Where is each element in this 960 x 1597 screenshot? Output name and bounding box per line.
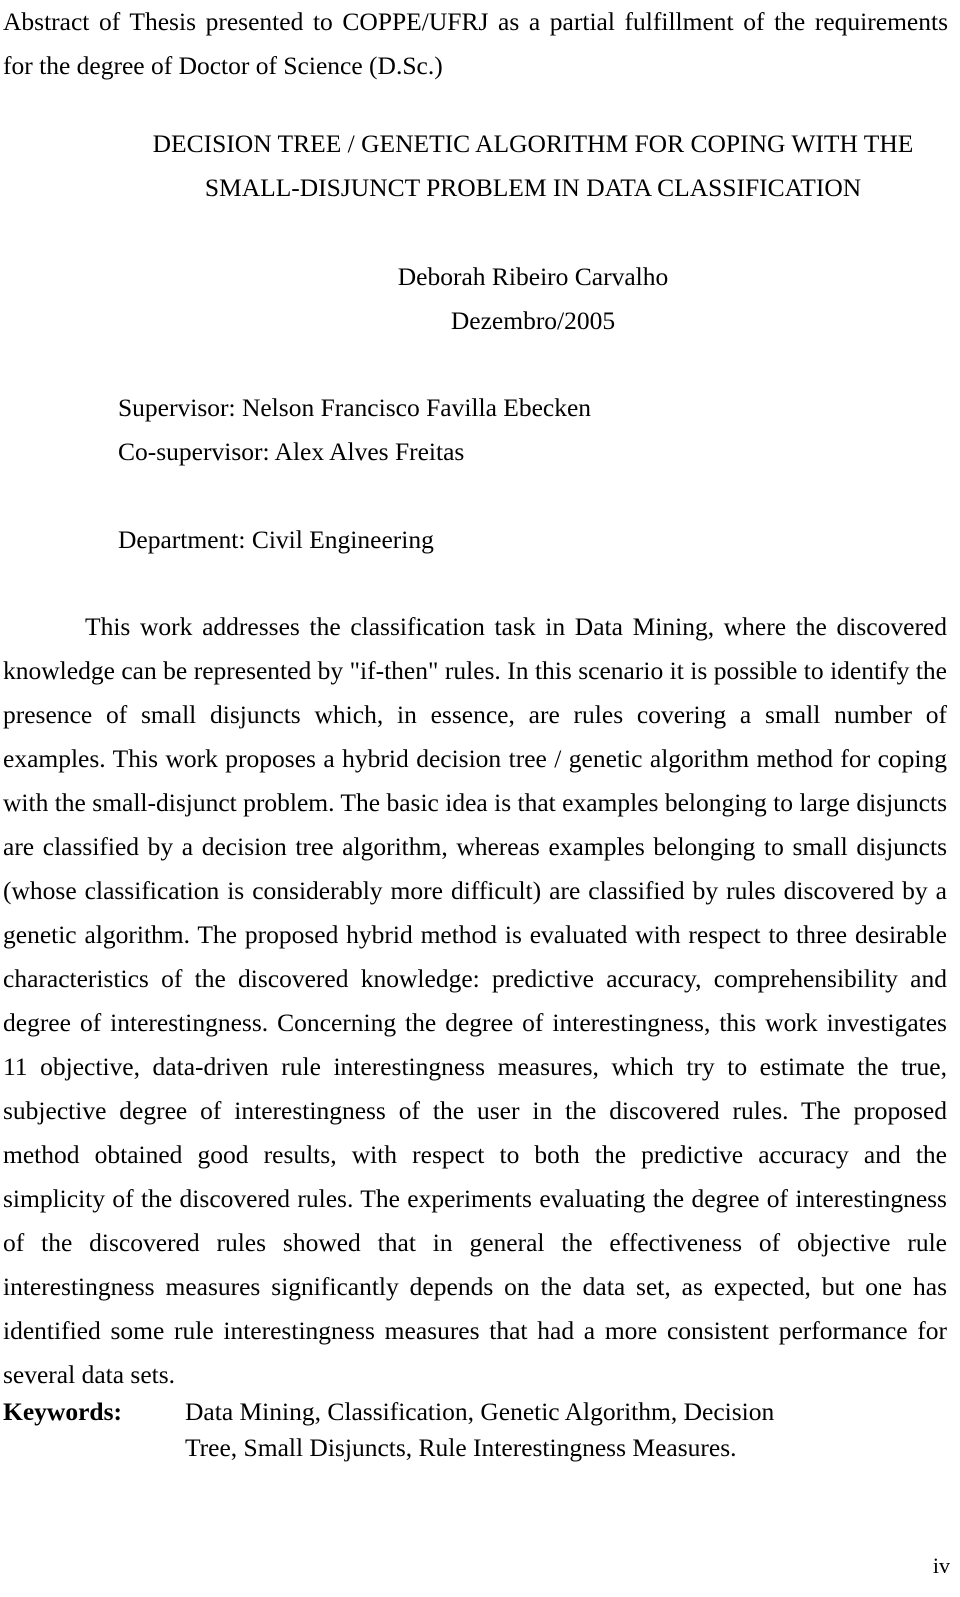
document-header: Abstract of Thesis presented to COPPE/UF… xyxy=(3,0,948,88)
header-line-2: for the degree of Doctor of Science (D.S… xyxy=(3,51,443,80)
abstract-text: This work addresses the classification t… xyxy=(3,612,947,1389)
header-line-1: Abstract of Thesis presented to COPPE/UF… xyxy=(3,7,948,36)
page-number: iv xyxy=(932,1553,950,1578)
department-line: Department: Civil Engineering xyxy=(118,525,434,554)
author-name: Deborah Ribeiro Carvalho xyxy=(397,262,669,291)
keywords-label: Keywords: xyxy=(3,1397,122,1426)
supervisor-block: Supervisor: Nelson Francisco Favilla Ebe… xyxy=(118,386,948,474)
title-line-2: SMALL-DISJUNCT PROBLEM IN DATA CLASSIFIC… xyxy=(204,173,862,202)
publication-date: Dezembro/2005 xyxy=(450,306,616,335)
thesis-title: DECISION TREE / GENETIC ALGORITHM FOR CO… xyxy=(118,122,948,210)
keywords-section: Keywords: Data Mining, Classification, G… xyxy=(3,1394,947,1466)
supervisor-line: Supervisor: Nelson Francisco Favilla Ebe… xyxy=(118,393,592,422)
title-line-1: DECISION TREE / GENETIC ALGORITHM FOR CO… xyxy=(152,129,914,158)
thesis-abstract-page: Abstract of Thesis presented to COPPE/UF… xyxy=(0,0,960,1597)
author-block: Deborah Ribeiro Carvalho Dezembro/2005 xyxy=(118,255,948,343)
keywords-value: Data Mining, Classification, Genetic Alg… xyxy=(185,1397,775,1462)
co-supervisor-line: Co-supervisor: Alex Alves Freitas xyxy=(118,437,465,466)
